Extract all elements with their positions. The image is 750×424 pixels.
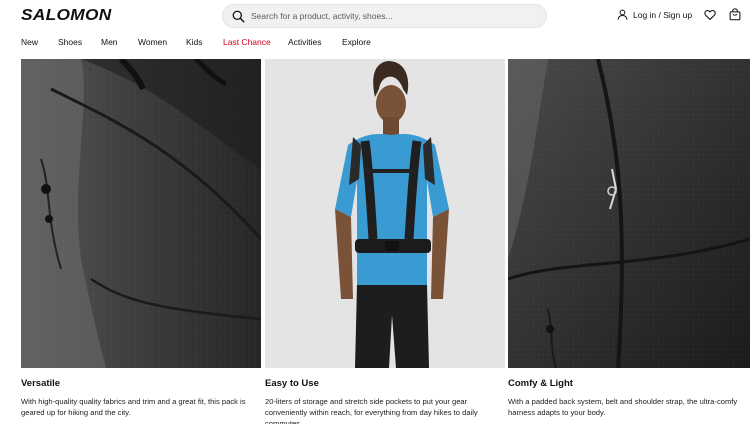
feature-comfy-light: Comfy & Light With a padded back system,…: [508, 378, 746, 418]
feature-text: 20-liters of storage and stretch side po…: [265, 397, 478, 424]
nav-item-activities[interactable]: Activities: [288, 37, 342, 51]
feature-easy-to-use: Easy to Use 20-liters of storage and str…: [265, 378, 503, 424]
feature-title: Versatile: [21, 378, 61, 389]
feature-image-versatile: [21, 59, 261, 368]
nav-item-kids[interactable]: Kids: [186, 37, 223, 51]
feature-text: With high-quality quality fabrics and tr…: [21, 397, 246, 417]
feature-image-easy-to-use: [265, 59, 505, 368]
search-input[interactable]: [251, 11, 531, 21]
heart-icon[interactable]: [704, 9, 716, 21]
feature-image-comfy-light: [508, 59, 750, 368]
main-nav: New Shoes Men Women Kids Last Chance Act…: [21, 37, 371, 51]
brand-logo[interactable]: SALOMON: [21, 7, 112, 25]
login-label[interactable]: Log in / Sign up: [633, 10, 692, 20]
nav-item-men[interactable]: Men: [101, 37, 138, 51]
feature-title: Easy to Use: [265, 378, 319, 389]
feature-text: With a padded back system, belt and shou…: [508, 397, 738, 417]
site-header: SALOMON Log in / Sign up: [0, 0, 750, 34]
nav-item-women[interactable]: Women: [138, 37, 186, 51]
nav-item-shoes[interactable]: Shoes: [58, 37, 101, 51]
feature-versatile: Versatile With high-quality quality fabr…: [21, 378, 259, 418]
feature-title: Comfy & Light: [508, 378, 573, 389]
nav-item-explore[interactable]: Explore: [342, 37, 371, 51]
search-bar[interactable]: [222, 4, 547, 28]
user-icon: [617, 9, 628, 20]
login-link[interactable]: Log in / Sign up: [617, 9, 692, 20]
search-icon: [232, 10, 245, 23]
nav-item-new[interactable]: New: [21, 37, 58, 51]
nav-item-last-chance[interactable]: Last Chance: [223, 37, 288, 51]
bag-icon[interactable]: [729, 8, 741, 21]
